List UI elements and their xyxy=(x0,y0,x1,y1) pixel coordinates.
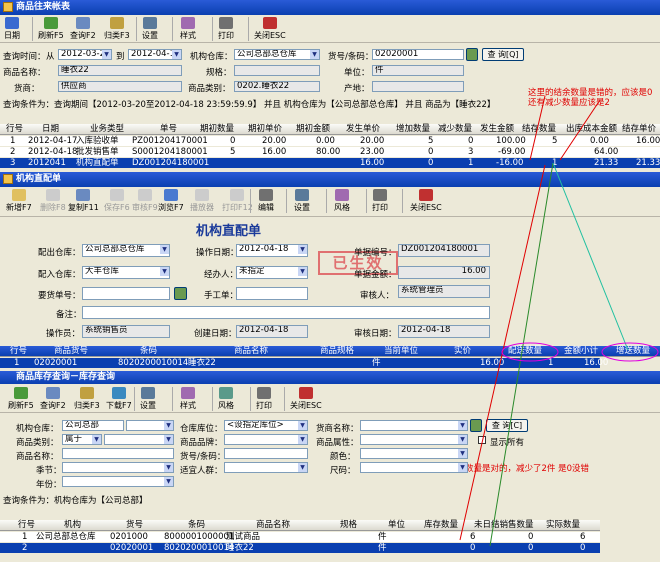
main-window: 商品往来帐表 日期 刷新F5 查询F2 归类F3 设置 样式 打印 关闭ESC … xyxy=(0,0,660,562)
annotation-circle xyxy=(501,342,559,362)
annotation-circle xyxy=(601,342,659,362)
annotation-overlay xyxy=(459,95,659,547)
annotation-arrow xyxy=(559,99,601,161)
annotation-line xyxy=(552,162,629,351)
annotation-arrow xyxy=(529,95,546,161)
annotation-line xyxy=(489,162,554,547)
